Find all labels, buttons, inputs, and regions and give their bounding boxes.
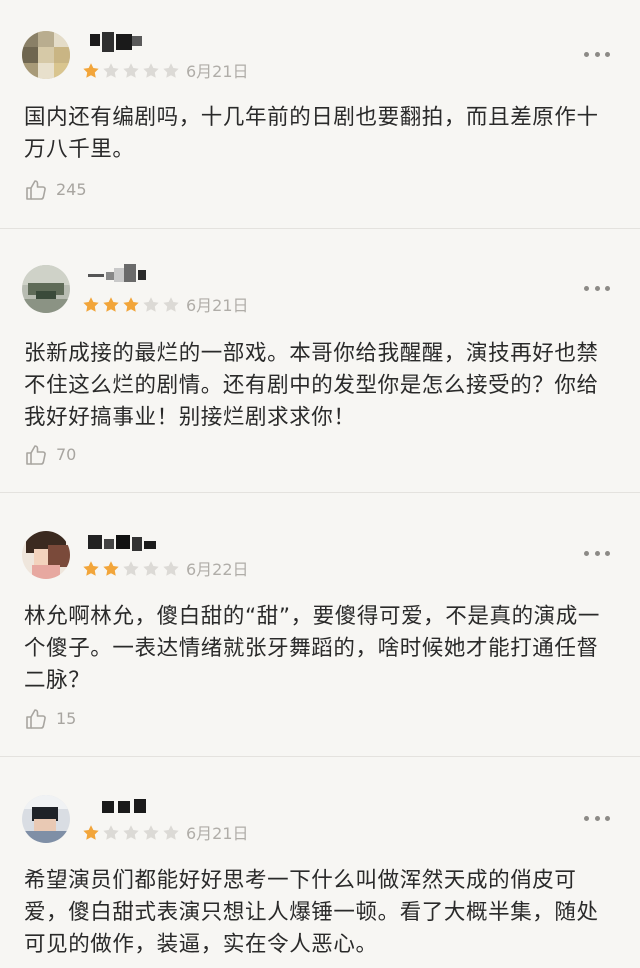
username-redacted[interactable] (88, 533, 178, 555)
review-card-2: 6月21日 张新成接的最烂的一部戏。本哥你给我醒醒，演技再好也禁不住这么烂的剧情… (0, 229, 640, 493)
review-text: 张新成接的最烂的一部戏。本哥你给我醒醒，演技再好也禁不住这么烂的剧情。还有剧中的… (24, 341, 599, 430)
star-filled-icon (83, 63, 99, 78)
like-count: 15 (56, 709, 77, 728)
review-date: 6月21日 (186, 296, 249, 315)
review-card-4: 6月21日 希望演员们都能好好思考一下什么叫做浑然天成的俏皮可爱，傻白甜式表演只… (0, 757, 640, 968)
star-empty-icon (123, 561, 139, 576)
star-filled-icon (103, 561, 119, 576)
star-filled-icon (123, 297, 139, 312)
star-empty-icon (163, 297, 179, 312)
review-date: 6月21日 (186, 824, 249, 843)
star-filled-icon (83, 825, 99, 840)
thumbs-up-icon (26, 709, 46, 729)
star-empty-icon (123, 825, 139, 840)
star-empty-icon (163, 63, 179, 78)
star-empty-icon (103, 63, 119, 78)
star-filled-icon (103, 297, 119, 312)
like-button[interactable]: 15 (24, 707, 76, 731)
thumbs-up-icon (26, 180, 46, 200)
review-text: 国内还有编剧吗，十几年前的日剧也要翻拍，而且差原作十万八千里。 (24, 105, 599, 162)
review-date: 6月21日 (186, 62, 249, 81)
star-empty-icon (163, 825, 179, 840)
star-empty-icon (143, 63, 159, 78)
more-options-icon[interactable] (584, 50, 610, 58)
like-count: 70 (56, 445, 77, 464)
username-redacted[interactable] (88, 32, 158, 54)
review-card-3: 6月22日 林允啊林允，傻白甜的“甜”，要傻得可爱，不是真的演成一个傻子。一表达… (0, 493, 640, 757)
review-text: 希望演员们都能好好思考一下什么叫做浑然天成的俏皮可爱，傻白甜式表演只想让人爆锤一… (24, 868, 599, 957)
star-empty-icon (143, 297, 159, 312)
more-options-icon[interactable] (584, 549, 610, 557)
like-button[interactable]: 245 (24, 178, 87, 202)
like-button[interactable]: 70 (24, 443, 76, 467)
star-filled-icon (83, 561, 99, 576)
rating-stars (82, 824, 180, 844)
more-options-icon[interactable] (584, 814, 610, 822)
avatar[interactable] (22, 31, 70, 79)
review-date: 6月22日 (186, 560, 249, 579)
username-redacted[interactable] (88, 264, 158, 286)
more-options-icon[interactable] (584, 284, 610, 292)
star-filled-icon (83, 297, 99, 312)
rating-stars (82, 62, 180, 82)
thumbs-up-icon (26, 445, 46, 465)
rating-stars (82, 560, 180, 580)
star-empty-icon (143, 561, 159, 576)
rating-stars (82, 296, 180, 316)
star-empty-icon (163, 561, 179, 576)
star-empty-icon (103, 825, 119, 840)
star-empty-icon (143, 825, 159, 840)
like-count: 245 (56, 180, 87, 199)
review-text: 林允啊林允，傻白甜的“甜”，要傻得可爱，不是真的演成一个傻子。一表达情绪就张牙舞… (24, 604, 600, 693)
avatar[interactable] (22, 531, 70, 579)
avatar[interactable] (22, 265, 70, 313)
review-card-1: 6月21日 国内还有编剧吗，十几年前的日剧也要翻拍，而且差原作十万八千里。 24… (0, 0, 640, 229)
avatar[interactable] (22, 795, 70, 843)
username-redacted[interactable] (88, 797, 158, 819)
star-empty-icon (123, 63, 139, 78)
